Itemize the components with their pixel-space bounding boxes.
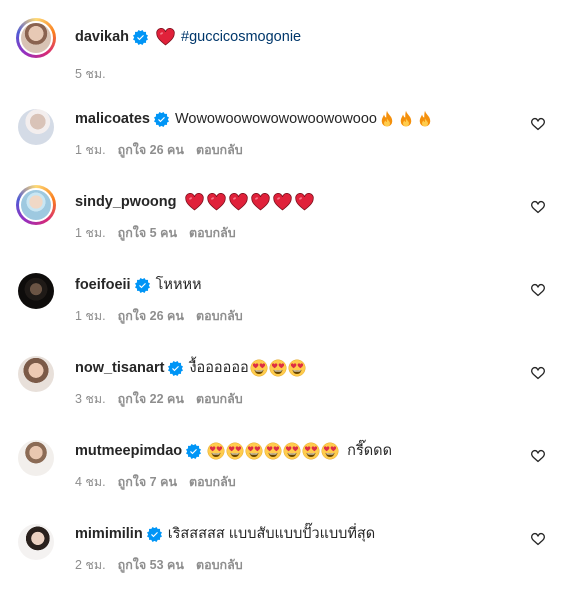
comment-time[interactable]: 1 ชม. xyxy=(75,306,106,326)
reply-button[interactable]: ตอบกลับ xyxy=(196,306,243,326)
comment-username[interactable]: mutmeepimdao xyxy=(75,440,182,462)
avatar[interactable] xyxy=(16,354,56,394)
comment-text: งื้ออออออ xyxy=(189,360,249,376)
heart-eyes-emoji-icon xyxy=(207,442,225,460)
heart-emoji-icon xyxy=(229,193,248,211)
comment-row: mimimilin เริสสสสส แบบสับแบบปั๊วแบบที่สุ… xyxy=(0,523,561,605)
like-heart-icon[interactable] xyxy=(530,116,546,132)
verified-badge-icon xyxy=(168,361,183,376)
avatar[interactable] xyxy=(16,185,56,225)
comment-time[interactable]: 1 ชม. xyxy=(75,223,106,243)
heart-emoji-icon xyxy=(207,193,226,211)
heart-emoji-icon xyxy=(156,28,175,46)
avatar[interactable] xyxy=(16,107,56,147)
comment-text: กรี๊ดดด xyxy=(347,443,392,459)
caption-time[interactable]: 5 ชม. xyxy=(75,64,106,84)
comment-row: now_tisanart งื้ออออออ 3 ชม. ถูกใจ 22 คน… xyxy=(0,354,561,439)
caption-meta: 5 ชม. xyxy=(75,64,106,84)
heart-emoji-icon xyxy=(273,193,292,211)
comment-time[interactable]: 4 ชม. xyxy=(75,472,106,492)
heart-emoji-icon xyxy=(251,193,270,211)
heart-eyes-emoji-icon xyxy=(288,359,306,377)
fire-emoji-icon xyxy=(416,110,434,128)
caption-line: davikah #guccicosmogonie xyxy=(75,26,301,48)
comment-text: เริสสสสส แบบสับแบบปั๊วแบบที่สุด xyxy=(167,526,376,542)
heart-eyes-emoji-icon xyxy=(302,442,320,460)
comment-meta: 4 ชม. ถูกใจ 7 คน ตอบกลับ xyxy=(75,472,236,492)
comment-line: malicoates Wowowoowowowowoowowooo xyxy=(75,108,434,130)
reply-button[interactable]: ตอบกลับ xyxy=(196,140,243,160)
heart-eyes-emoji-icon xyxy=(283,442,301,460)
heart-eyes-emoji-icon xyxy=(321,442,339,460)
verified-badge-icon xyxy=(133,30,148,45)
comment-time[interactable]: 3 ชม. xyxy=(75,389,106,409)
caption-hashtag[interactable]: #guccicosmogonie xyxy=(181,26,301,48)
heart-emoji-icon xyxy=(295,193,314,211)
verified-badge-icon xyxy=(186,444,201,459)
comment-text: Wowowoowowowowoowowooo xyxy=(174,111,377,127)
comment-meta: 1 ชม. ถูกใจ 26 คน ตอบกลับ xyxy=(75,140,243,160)
avatar[interactable] xyxy=(16,18,56,58)
verified-badge-icon xyxy=(154,112,169,127)
heart-eyes-emoji-icon xyxy=(250,359,268,377)
comment-likes[interactable]: ถูกใจ 5 คน xyxy=(118,223,177,243)
like-heart-icon[interactable] xyxy=(530,448,546,464)
like-heart-icon[interactable] xyxy=(530,365,546,381)
comment-meta: 1 ชม. ถูกใจ 26 คน ตอบกลับ xyxy=(75,306,243,326)
comment-likes[interactable]: ถูกใจ 26 คน xyxy=(118,140,184,160)
reply-button[interactable]: ตอบกลับ xyxy=(196,555,243,575)
comment-likes[interactable]: ถูกใจ 53 คน xyxy=(118,555,184,575)
reply-button[interactable]: ตอบกลับ xyxy=(189,472,236,492)
caption: davikah #guccicosmogonie 5 ชม. xyxy=(0,18,561,108)
verified-badge-icon xyxy=(135,278,150,293)
comment-username[interactable]: sindy_pwoong xyxy=(75,191,177,213)
comment-line: now_tisanart งื้ออออออ xyxy=(75,357,306,379)
avatar[interactable] xyxy=(16,438,56,478)
comment-likes[interactable]: ถูกใจ 22 คน xyxy=(118,389,184,409)
verified-badge-icon xyxy=(147,527,162,542)
comment-likes[interactable]: ถูกใจ 26 คน xyxy=(118,306,184,326)
comment-meta: 3 ชม. ถูกใจ 22 คน ตอบกลับ xyxy=(75,389,243,409)
comment-meta: 2 ชม. ถูกใจ 53 คน ตอบกลับ xyxy=(75,555,243,575)
comment-row: malicoates Wowowoowowowowoowowooo 1 ชม. … xyxy=(0,108,561,190)
heart-emoji-icon xyxy=(185,193,204,211)
like-heart-icon[interactable] xyxy=(530,282,546,298)
heart-eyes-emoji-icon xyxy=(245,442,263,460)
comment-username[interactable]: mimimilin xyxy=(75,523,143,545)
avatar[interactable] xyxy=(16,271,56,311)
comment-time[interactable]: 1 ชม. xyxy=(75,140,106,160)
like-heart-icon[interactable] xyxy=(530,199,546,215)
comment-meta: 1 ชม. ถูกใจ 5 คน ตอบกลับ xyxy=(75,223,236,243)
fire-emoji-icon xyxy=(397,110,415,128)
heart-eyes-emoji-icon xyxy=(226,442,244,460)
comment-line: sindy_pwoong xyxy=(75,191,314,213)
comment-row: foeifoeii โหหหห 1 ชม. ถูกใจ 26 คน ตอบกลั… xyxy=(0,271,561,356)
heart-eyes-emoji-icon xyxy=(264,442,282,460)
comment-row: mutmeepimdao กรี๊ดดด 4 ชม. ถูกใจ 7 คน ตอ… xyxy=(0,440,561,522)
comment-time[interactable]: 2 ชม. xyxy=(75,555,106,575)
comment-username[interactable]: malicoates xyxy=(75,108,150,130)
comment-text: โหหหห xyxy=(155,277,202,293)
comment-username[interactable]: foeifoeii xyxy=(75,274,131,296)
comment-likes[interactable]: ถูกใจ 7 คน xyxy=(118,472,177,492)
reply-button[interactable]: ตอบกลับ xyxy=(189,223,236,243)
caption-username[interactable]: davikah xyxy=(75,26,129,48)
comment-line: foeifoeii โหหหห xyxy=(75,274,202,296)
avatar[interactable] xyxy=(16,522,56,562)
comment-line: mutmeepimdao กรี๊ดดด xyxy=(75,440,392,462)
like-heart-icon[interactable] xyxy=(530,531,546,547)
fire-emoji-icon xyxy=(378,110,396,128)
comment-username[interactable]: now_tisanart xyxy=(75,357,164,379)
reply-button[interactable]: ตอบกลับ xyxy=(196,389,243,409)
comments-list: davikah #guccicosmogonie 5 ชม. malicoate… xyxy=(0,0,561,589)
comment-row: sindy_pwoong 1 ชม. ถูกใจ 5 คน ตอบกลับ xyxy=(0,185,561,273)
heart-eyes-emoji-icon xyxy=(269,359,287,377)
comment-line: mimimilin เริสสสสส แบบสับแบบปั๊วแบบที่สุ… xyxy=(75,523,375,545)
